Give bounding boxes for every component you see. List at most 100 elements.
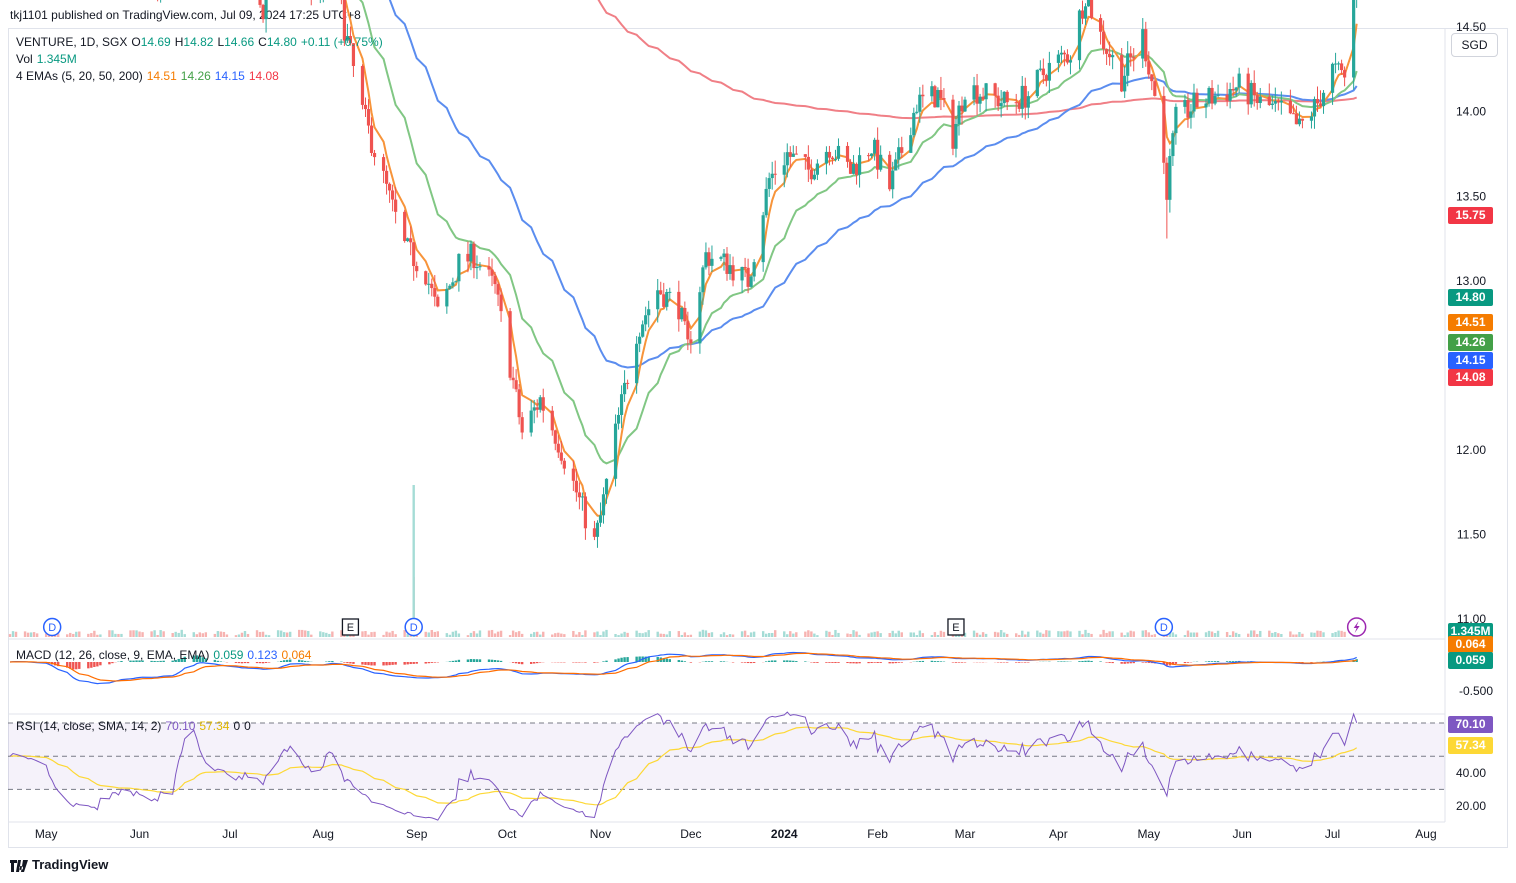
volume-bar (1153, 634, 1157, 637)
macd-histogram-bar (1174, 662, 1178, 664)
currency-button[interactable]: SGD (1451, 33, 1498, 57)
candle-body (1083, 6, 1088, 19)
macd-histogram-bar (96, 662, 99, 667)
volume-bar (849, 634, 852, 637)
candle-body (1192, 92, 1196, 112)
macd-histogram-bar (930, 660, 934, 662)
candle-body (1105, 48, 1109, 54)
candle-body (897, 147, 901, 160)
volume-bar (581, 634, 584, 637)
chart-canvas[interactable]: DEDED17.5017.0016.5016.0015.5015.0014.50… (0, 0, 1516, 883)
volume-bar (1195, 632, 1199, 637)
volume-bar (1340, 630, 1343, 637)
price-tag: 14.26 (1448, 334, 1493, 351)
volume-bar (192, 632, 195, 637)
volume-bar (138, 631, 141, 637)
volume-bar (1207, 630, 1211, 637)
macd-histogram-bar (746, 662, 750, 664)
candle-body (583, 496, 588, 529)
candle-body (1002, 91, 1006, 104)
candle-body (719, 257, 723, 259)
candle-body (1231, 89, 1235, 91)
candle-body (918, 94, 922, 112)
volume-bar (1277, 633, 1280, 637)
volume-bar (1301, 633, 1304, 637)
volume-bar (1144, 630, 1147, 637)
volume-bar (1090, 633, 1093, 637)
macd-histogram-bar (475, 659, 479, 662)
volume-bar (873, 631, 876, 637)
legend-symbol-line: VENTURE, 1D, SGX O14.69 H14.82 L14.66 C14.80… (16, 35, 387, 49)
volume-bar (96, 634, 99, 637)
macd-histogram-bar (792, 660, 795, 662)
volume-bar (222, 631, 226, 637)
volume-bar (897, 630, 900, 637)
legend-rsi-extra-1: 0 (233, 719, 241, 733)
macd-histogram-bar (246, 662, 250, 664)
candle-body (394, 199, 398, 212)
volume-bar (1120, 632, 1123, 637)
candle-body (701, 267, 705, 293)
macd-histogram-bar (852, 662, 855, 664)
volume-bar (1216, 630, 1220, 637)
macd-histogram-bar (626, 657, 629, 662)
macd-histogram-bar (1081, 660, 1084, 662)
macd-histogram-bar (1120, 662, 1123, 664)
volume-bar (701, 629, 705, 637)
volume-bar (310, 634, 313, 637)
macd-histogram-bar (448, 661, 452, 662)
macd-histogram-bar (433, 662, 436, 663)
candle-body (472, 243, 476, 269)
candle-body (761, 215, 765, 263)
volume-bar (593, 632, 596, 637)
time-axis-tick: Oct (498, 827, 517, 841)
volume-bar (1231, 631, 1235, 637)
volume-bar (837, 632, 840, 637)
candle-body (619, 394, 624, 415)
candle-body (809, 169, 813, 180)
macd-histogram-bar (1210, 661, 1214, 662)
macd-histogram-bar (1186, 662, 1190, 663)
candle-body (1312, 98, 1317, 117)
volume-bar (668, 631, 671, 637)
volume-bar (1039, 632, 1042, 637)
macd-histogram-bar (385, 662, 388, 666)
volume-bar (783, 631, 786, 637)
candle-body (915, 111, 919, 113)
macd-histogram-bar (876, 662, 879, 663)
legend-rsi-value: 70.10 (165, 719, 196, 733)
macd-histogram-bar (533, 662, 536, 664)
macd-histogram-bar (430, 662, 433, 663)
macd-histogram-bar (620, 657, 623, 662)
volume-bar (433, 631, 436, 637)
volume-bar (66, 634, 69, 637)
candle-body (598, 515, 603, 523)
candle-body (981, 96, 985, 100)
candle-body (782, 165, 786, 175)
volume-bar (605, 629, 608, 637)
legend-c-value: 14.80 (266, 35, 297, 49)
volume-bar (454, 630, 458, 637)
volume-spike-bar (412, 485, 415, 637)
macd-histogram-bar (1027, 662, 1030, 663)
candle-body (625, 382, 630, 384)
volume-bar (1084, 629, 1087, 637)
macd-histogram-bar (391, 662, 394, 665)
candle-body (996, 95, 1000, 107)
candle-body (360, 66, 365, 105)
macd-histogram-bar (804, 661, 807, 662)
volume-bar (870, 632, 873, 637)
candle-body (876, 139, 880, 170)
time-axis-tick: Dec (680, 827, 701, 841)
candle-body (384, 170, 389, 184)
candle-body (975, 85, 979, 104)
candle-body (559, 452, 563, 461)
candle-body (1267, 96, 1271, 105)
macd-histogram-bar (1084, 660, 1087, 662)
volume-bar (749, 632, 753, 637)
macd-histogram-bar (373, 662, 376, 666)
candle-body (1014, 102, 1018, 104)
macd-histogram-bar (454, 660, 458, 662)
volume-bar (816, 635, 819, 637)
volume-bar (647, 630, 650, 637)
